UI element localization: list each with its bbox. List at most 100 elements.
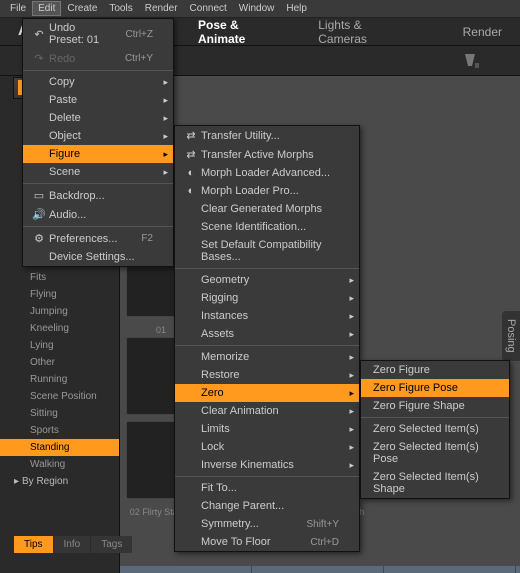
menu-audio[interactable]: 🔊Audio...	[23, 205, 173, 224]
chevron-right-icon: ▸	[349, 370, 354, 381]
menu-zero-figure-pose[interactable]: Zero Figure Pose	[361, 379, 509, 397]
menu-device-settings[interactable]: Device Settings...	[23, 248, 173, 266]
chevron-right-icon: ▸	[163, 77, 168, 88]
chevron-right-icon: ▸	[349, 388, 354, 399]
menu-create[interactable]: Create	[61, 1, 103, 16]
menu-move-to-floor[interactable]: Move To FloorCtrl+D	[175, 533, 359, 551]
menu-clear-animation[interactable]: Clear Animation▸	[175, 402, 359, 420]
color-status-bar	[120, 566, 520, 573]
menu-figure[interactable]: Figure▸	[23, 145, 173, 163]
tab-tags[interactable]: Tags	[91, 536, 132, 553]
category-list: Expression Fits Flying Jumping Kneeling …	[0, 252, 119, 490]
menu-paste[interactable]: Paste▸	[23, 91, 173, 109]
cat-other[interactable]: Other	[0, 354, 119, 371]
chevron-right-icon: ▸	[349, 293, 354, 304]
chevron-right-icon: ▸	[163, 167, 168, 178]
zero-submenu: Zero Figure Zero Figure Pose Zero Figure…	[360, 360, 510, 499]
menu-morph-loader-pro[interactable]: ◐Morph Loader Pro...	[175, 182, 359, 200]
chevron-right-icon: ▸	[163, 95, 168, 106]
menu-change-parent[interactable]: Change Parent...	[175, 497, 359, 515]
chevron-right-icon: ▸	[349, 460, 354, 471]
menu-memorize[interactable]: Memorize▸	[175, 348, 359, 366]
menu-scene[interactable]: Scene▸	[23, 163, 173, 181]
menu-clear-generated-morphs[interactable]: Clear Generated Morphs	[175, 200, 359, 218]
menu-geometry[interactable]: Geometry▸	[175, 271, 359, 289]
chevron-right-icon: ▸	[349, 352, 354, 363]
cat-by-region[interactable]: By Region	[0, 473, 119, 490]
menu-zero[interactable]: Zero▸	[175, 384, 359, 402]
menu-zero-selected-pose[interactable]: Zero Selected Item(s) Pose	[361, 438, 509, 468]
menu-zero-figure-shape[interactable]: Zero Figure Shape	[361, 397, 509, 415]
menu-separator	[175, 476, 359, 477]
transfer-icon: ⇄	[181, 129, 201, 142]
menu-render[interactable]: Render	[139, 1, 184, 16]
menu-tools[interactable]: Tools	[103, 1, 138, 16]
morph-icon: ◐	[181, 167, 201, 179]
menu-symmetry[interactable]: Symmetry...Shift+Y	[175, 515, 359, 533]
chevron-right-icon: ▸	[349, 424, 354, 435]
chevron-right-icon: ▸	[349, 311, 354, 322]
image-icon: ▭	[29, 189, 49, 202]
menu-delete[interactable]: Delete▸	[23, 109, 173, 127]
figure-submenu: ⇄Transfer Utility... ⇄Transfer Active Mo…	[174, 125, 360, 552]
cat-running[interactable]: Running	[0, 371, 119, 388]
info-tabs: Tips Info Tags	[14, 536, 132, 553]
menu-zero-selected-shape[interactable]: Zero Selected Item(s) Shape	[361, 468, 509, 498]
audio-icon: 🔊	[29, 208, 49, 221]
cat-sitting[interactable]: Sitting	[0, 405, 119, 422]
posing-tab[interactable]: Posing	[502, 311, 520, 361]
cat-jumping[interactable]: Jumping	[0, 303, 119, 320]
menu-undo[interactable]: ↶Undo Preset: 01Ctrl+Z	[23, 19, 173, 49]
transfer-icon: ⇄	[181, 148, 201, 161]
undo-icon: ↶	[29, 28, 49, 41]
tab-render[interactable]: Render	[445, 19, 520, 45]
menu-set-default-compat[interactable]: Set Default Compatibility Bases...	[175, 236, 359, 266]
menu-instances[interactable]: Instances▸	[175, 307, 359, 325]
cat-kneeling[interactable]: Kneeling	[0, 320, 119, 337]
menu-zero-figure[interactable]: Zero Figure	[361, 361, 509, 379]
cat-standing[interactable]: Standing	[0, 439, 119, 456]
morph-icon: ◐	[181, 185, 201, 197]
menu-inverse-kinematics[interactable]: Inverse Kinematics▸	[175, 456, 359, 474]
menu-scene-identification[interactable]: Scene Identification...	[175, 218, 359, 236]
menu-preferences[interactable]: ⚙Preferences...F2	[23, 229, 173, 248]
menu-separator	[23, 183, 173, 184]
cat-lying[interactable]: Lying	[0, 337, 119, 354]
menu-morph-loader-advanced[interactable]: ◐Morph Loader Advanced...	[175, 164, 359, 182]
chevron-right-icon: ▸	[163, 131, 168, 142]
menu-transfer-active-morphs[interactable]: ⇄Transfer Active Morphs	[175, 145, 359, 164]
menu-fit-to[interactable]: Fit To...	[175, 479, 359, 497]
chevron-right-icon: ▸	[349, 275, 354, 286]
menu-separator	[23, 226, 173, 227]
tab-info[interactable]: Info	[54, 536, 91, 553]
menu-edit[interactable]: Edit	[32, 1, 61, 16]
cat-scene-position[interactable]: Scene Position	[0, 388, 119, 405]
chevron-right-icon: ▸	[349, 442, 354, 453]
menu-separator	[361, 417, 509, 418]
cat-flying[interactable]: Flying	[0, 286, 119, 303]
menu-restore[interactable]: Restore▸	[175, 366, 359, 384]
cat-sports[interactable]: Sports	[0, 422, 119, 439]
chevron-right-icon: ▸	[163, 149, 168, 160]
menu-zero-selected[interactable]: Zero Selected Item(s)	[361, 420, 509, 438]
cat-fits[interactable]: Fits	[0, 269, 119, 286]
menu-separator	[175, 345, 359, 346]
chevron-right-icon: ▸	[349, 329, 354, 340]
menu-rigging[interactable]: Rigging▸	[175, 289, 359, 307]
menu-file[interactable]: File	[4, 1, 32, 16]
menu-object[interactable]: Object▸	[23, 127, 173, 145]
cat-walking[interactable]: Walking	[0, 456, 119, 473]
tab-tips[interactable]: Tips	[14, 536, 53, 553]
chevron-right-icon: ▸	[349, 406, 354, 417]
menu-assets[interactable]: Assets▸	[175, 325, 359, 343]
menu-lock[interactable]: Lock▸	[175, 438, 359, 456]
menu-separator	[175, 268, 359, 269]
menu-redo: ↷RedoCtrl+Y	[23, 49, 173, 68]
gear-icon: ⚙	[29, 232, 49, 245]
menu-backdrop[interactable]: ▭Backdrop...	[23, 186, 173, 205]
chevron-right-icon: ▸	[163, 113, 168, 124]
menu-separator	[23, 70, 173, 71]
menu-copy[interactable]: Copy▸	[23, 73, 173, 91]
menu-limits[interactable]: Limits▸	[175, 420, 359, 438]
menu-transfer-utility[interactable]: ⇄Transfer Utility...	[175, 126, 359, 145]
